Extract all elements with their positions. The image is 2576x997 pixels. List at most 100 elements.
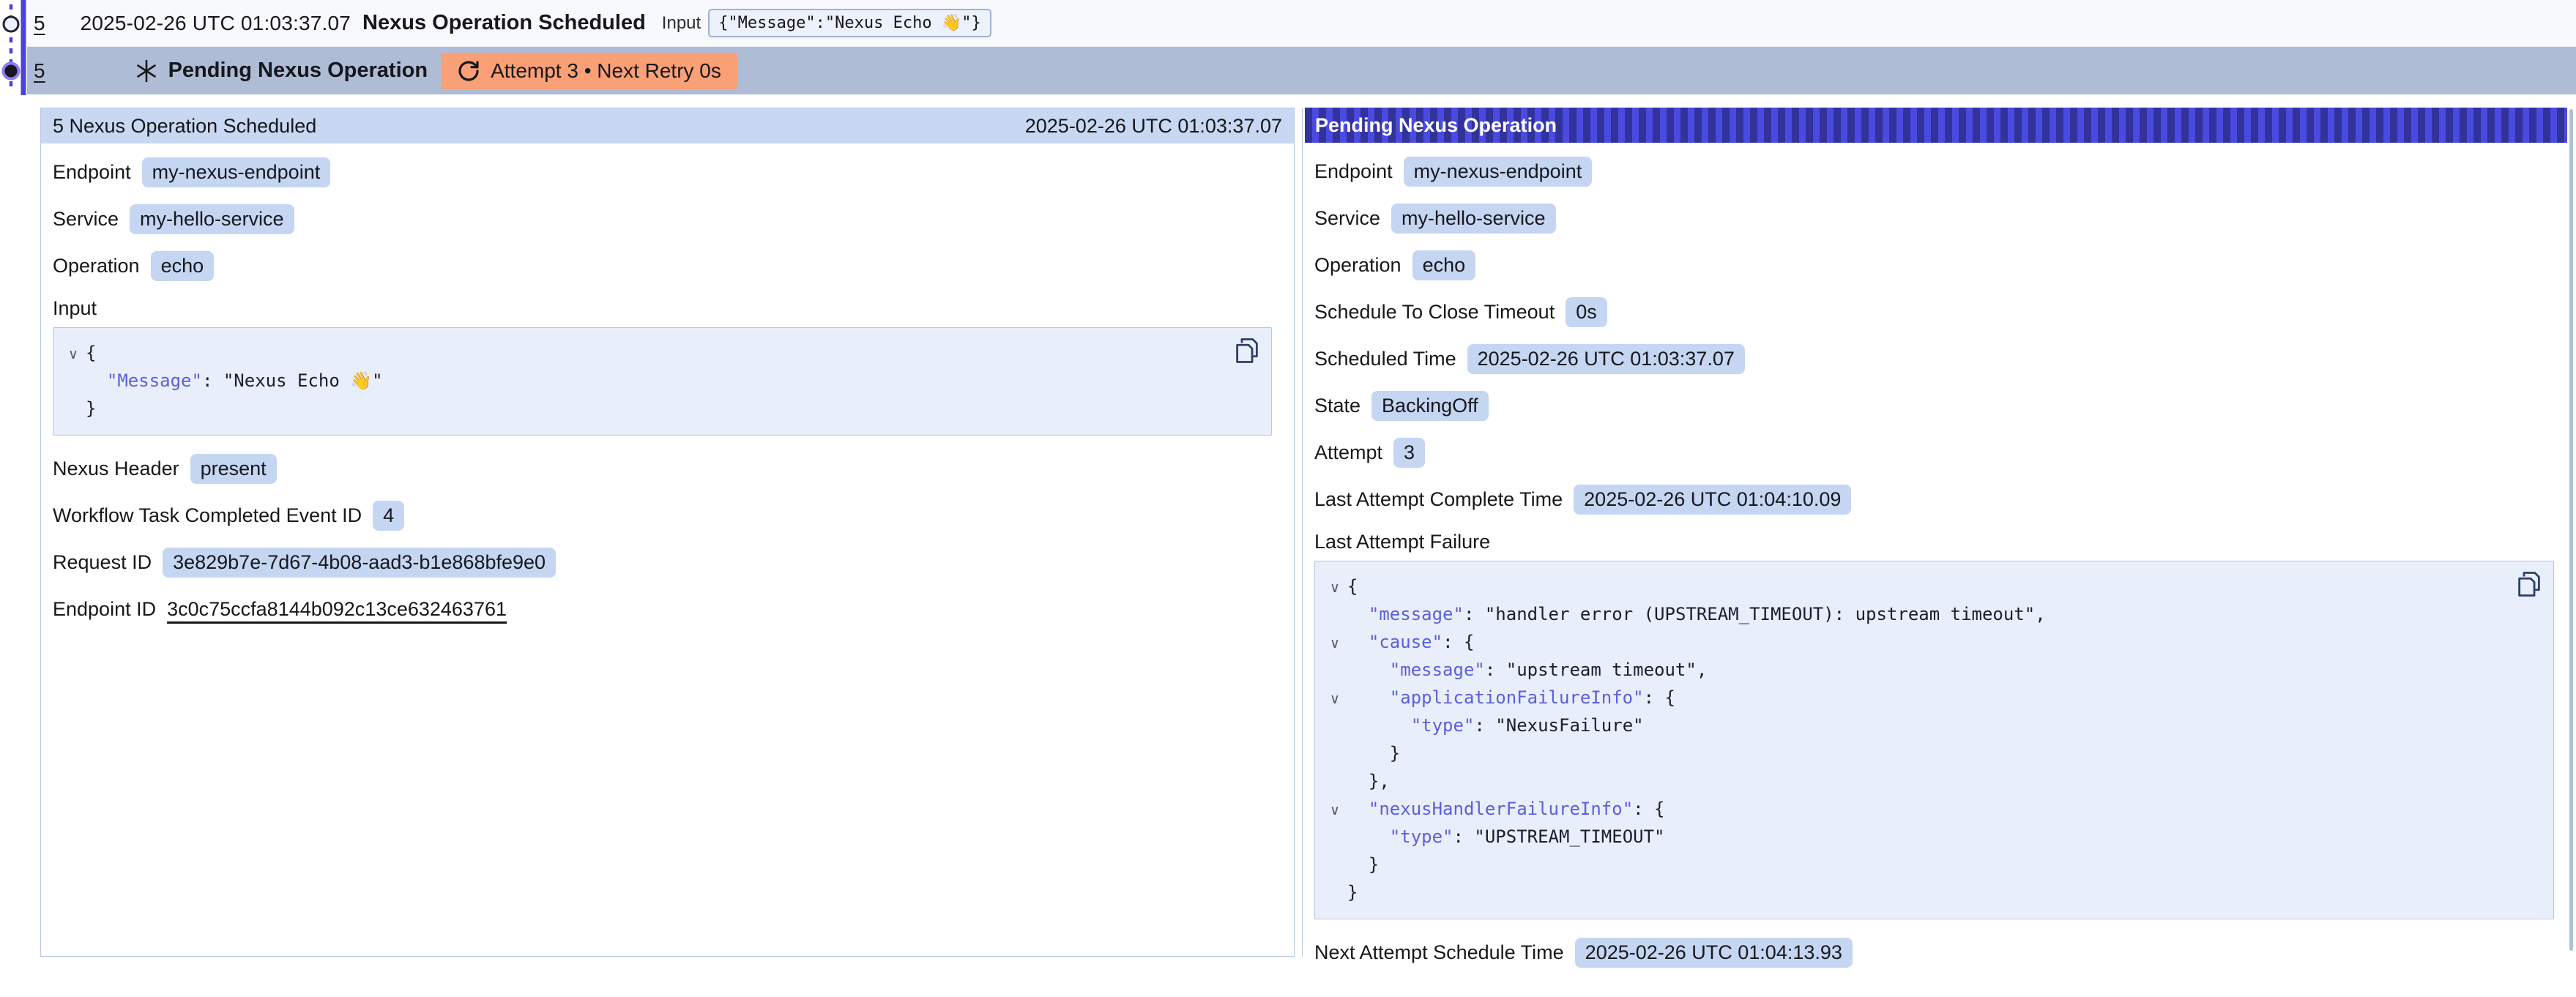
collapse-chevron-icon[interactable]: ∨ [1322, 686, 1347, 712]
field-label: Operation [53, 255, 140, 277]
event-id-link[interactable]: 5 [34, 12, 45, 35]
pending-panel-header: Pending Nexus Operation [1305, 108, 2567, 143]
selected-group-accent-bar [21, 0, 26, 95]
retry-attempt-text: Attempt 3 • Next Retry 0s [491, 59, 721, 83]
field-value-badge: 3 [1393, 438, 1425, 468]
field-label: Endpoint ID [53, 598, 156, 621]
json-key: "cause" [1369, 632, 1443, 652]
field-label: Workflow Task Completed Event ID [53, 504, 362, 527]
event-rows: 5 2025-02-26 UTC 01:03:37.07 Nexus Opera… [27, 0, 2576, 94]
field-label: Scheduled Time [1314, 348, 1456, 370]
field-label: Last Attempt Failure [1314, 531, 2554, 553]
collapse-chevron-icon[interactable]: ∨ [1322, 630, 1347, 657]
left-panel-body: Endpointmy-nexus-endpointServicemy-hello… [41, 143, 1294, 654]
json-text: : "UPSTREAM_TIMEOUT" [1453, 826, 1665, 847]
collapse-chevron-icon[interactable]: ∨ [1322, 575, 1347, 601]
field-value-badge: 3e829b7e-7d67-4b08-aad3-b1e868bfe9e0 [163, 548, 556, 578]
json-text [1347, 660, 1390, 680]
event-id-link[interactable]: 5 [34, 59, 45, 83]
field-label: Next Attempt Schedule Time [1314, 941, 1564, 964]
field-row: Endpoint ID 3c0c75ccfa8144b092c13ce632463… [53, 594, 1272, 624]
code-line: ∨ "type": "UPSTREAM_TIMEOUT" [1322, 824, 2502, 851]
payload-codeblock: ∨{∨ "message": "handler error (UPSTREAM_… [1314, 561, 2554, 919]
field-row: Servicemy-hello-service [1314, 203, 2554, 234]
json-text: : "upstream timeout", [1485, 660, 1707, 680]
event-detail-panels: 5 Nexus Operation Scheduled 2025-02-26 U… [40, 108, 2576, 957]
pending-event-title: Pending Nexus Operation [168, 59, 428, 83]
json-text [1347, 687, 1390, 708]
code-line: ∨ "type": "NexusFailure" [1322, 712, 2502, 740]
field-label: Endpoint [53, 161, 131, 184]
right-panel-body: Endpointmy-nexus-endpoint Servicemy-hello… [1303, 143, 2576, 997]
field-row: Endpointmy-nexus-endpoint [53, 157, 1272, 187]
field-label: Service [1314, 207, 1380, 230]
field-row: Request ID 3e829b7e-7d67-4b08-aad3-b1e868… [53, 547, 1272, 578]
payload-codeblock: ∨{∨ "Message": "Nexus Echo 👋"∨} [53, 327, 1272, 436]
json-text: : { [1644, 687, 1675, 708]
panel-pending-nexus-operation: Pending Nexus Operation Endpointmy-nexus… [1302, 108, 2576, 957]
field-value-badge: 2025-02-26 UTC 01:04:10.09 [1574, 485, 1851, 515]
json-text: : { [1443, 632, 1474, 652]
json-text: } [1347, 882, 1358, 903]
json-key: "message" [1390, 660, 1485, 680]
endpoint-id-link[interactable]: 3c0c75ccfa8144b092c13ce632463761 [167, 598, 507, 621]
field-label: Schedule To Close Timeout [1314, 301, 1555, 324]
event-row-nexus-operation-scheduled[interactable]: 5 2025-02-26 UTC 01:03:37.07 Nexus Opera… [27, 0, 2576, 47]
left-panel-header: 5 Nexus Operation Scheduled 2025-02-26 U… [41, 108, 1294, 143]
json-text [1347, 632, 1369, 652]
code-line: ∨{ [61, 340, 1220, 367]
field-value-badge: my-hello-service [130, 204, 294, 234]
code-line: ∨ }, [1322, 768, 2502, 796]
event-input-value-badge: {"Message":"Nexus Echo 👋"} [708, 9, 991, 37]
field-value-badge: echo [151, 251, 215, 281]
field-value-badge: 2025-02-26 UTC 01:04:13.93 [1575, 938, 1853, 968]
json-key: "nexusHandlerFailureInfo" [1369, 799, 1633, 819]
field-row: Operation echo [53, 250, 1272, 281]
json-key: "type" [1411, 715, 1475, 736]
code-line: ∨} [61, 395, 1220, 423]
json-text: } [1347, 743, 1400, 763]
pending-operation-icon [133, 58, 160, 84]
code-line: ∨ } [1322, 740, 2502, 768]
collapse-chevron-icon[interactable]: ∨ [1322, 797, 1347, 824]
json-text: }, [1347, 771, 1390, 791]
event-input-label: Input [662, 13, 701, 34]
code-line: ∨ "nexusHandlerFailureInfo": { [1322, 796, 2502, 824]
json-text [1347, 799, 1369, 819]
json-text: : { [1633, 799, 1664, 819]
field-row: Next Attempt Schedule Time 2025-02-26 UTC… [1314, 937, 2554, 968]
code-line: ∨ } [1322, 851, 2502, 879]
event-row-pending-nexus-operation[interactable]: 5 Pending Nexus Operation Attempt 3 • Ne… [27, 47, 2576, 94]
timeline-node-open-icon [4, 17, 18, 31]
event-title: Nexus Operation Scheduled [362, 11, 646, 35]
json-text [86, 370, 107, 391]
field-label: Attempt [1314, 441, 1382, 464]
json-text: } [1347, 854, 1379, 875]
field-row: StateBackingOff [1314, 390, 2554, 421]
json-text: : "handler error (UPSTREAM_TIMEOUT): ups… [1464, 604, 2046, 624]
field-label: Operation [1314, 254, 1401, 277]
json-text: : "Nexus Echo 👋" [202, 370, 383, 391]
field-row: Schedule To Close Timeout0s [1314, 296, 2554, 327]
code-line: ∨ "Message": "Nexus Echo 👋" [61, 367, 1220, 395]
copy-button[interactable] [1235, 337, 1259, 365]
left-panel-timestamp: 2025-02-26 UTC 01:03:37.07 [1025, 115, 1282, 138]
field-label: Input [53, 297, 1272, 320]
code-line: ∨{ [1322, 573, 2502, 601]
code-line: ∨ "message": "upstream timeout", [1322, 657, 2502, 684]
code-line: ∨ "cause": { [1322, 629, 2502, 657]
field-row: Endpointmy-nexus-endpoint [1314, 156, 2554, 187]
panel-nexus-operation-scheduled: 5 Nexus Operation Scheduled 2025-02-26 U… [40, 108, 1295, 957]
right-panel-scrollbar[interactable] [2569, 109, 2573, 951]
field-label: Request ID [53, 551, 152, 574]
field-row: Attempt 3 [1314, 437, 2554, 468]
copy-button[interactable] [2517, 570, 2542, 598]
json-key: "Message" [107, 370, 202, 391]
pending-panel-title: Pending Nexus Operation [1315, 114, 1557, 137]
collapse-chevron-icon[interactable]: ∨ [61, 341, 86, 367]
field-row: Last Attempt Complete Time2025-02-26 UTC… [1314, 484, 2554, 515]
json-text [1347, 604, 1369, 624]
left-panel-title: 5 Nexus Operation Scheduled [53, 115, 316, 138]
field-row: Workflow Task Completed Event ID4 [53, 500, 1272, 531]
json-key: "message" [1369, 604, 1464, 624]
